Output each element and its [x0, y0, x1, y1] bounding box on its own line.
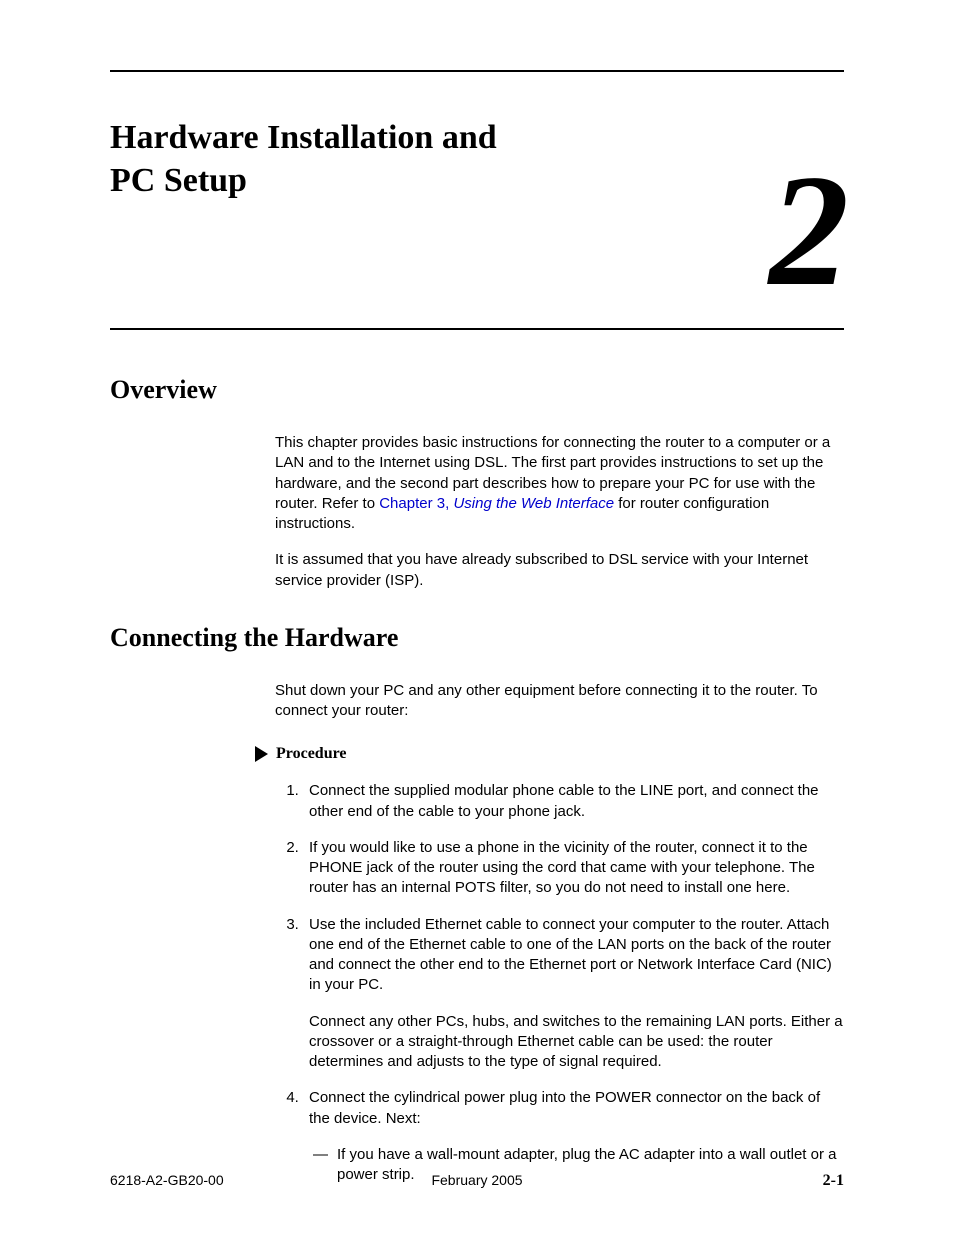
triangle-right-icon: [255, 746, 268, 762]
overview-body: This chapter provides basic instructions…: [275, 433, 844, 591]
overview-para-2: It is assumed that you have already subs…: [275, 550, 844, 591]
chapter-title: Hardware Installation and PC Setup: [110, 117, 510, 202]
chapter-number: 2: [769, 162, 849, 298]
step-4-text: Connect the cylindrical power plug into …: [309, 1089, 820, 1126]
overview-para-1: This chapter provides basic instructions…: [275, 433, 844, 534]
step-3-text: Use the included Ethernet cable to conne…: [309, 916, 832, 994]
footer-date: February 2005: [431, 1172, 522, 1188]
procedure-step-3: Use the included Ethernet cable to conne…: [303, 915, 844, 1073]
footer-page-number: 2-1: [823, 1172, 844, 1190]
step-2-text: If you would like to use a phone in the …: [309, 839, 815, 897]
footer-doc-id: 6218-A2-GB20-00: [110, 1172, 224, 1190]
procedure-step-1: Connect the supplied modular phone cable…: [303, 781, 844, 822]
procedure-step-4: Connect the cylindrical power plug into …: [303, 1088, 844, 1185]
chapter-header: Hardware Installation and PC Setup 2: [110, 117, 844, 298]
step-1-text: Connect the supplied modular phone cable…: [309, 782, 819, 819]
section-heading-connecting: Connecting the Hardware: [110, 623, 844, 653]
step-3-sub: Connect any other PCs, hubs, and switche…: [309, 1012, 844, 1073]
section-heading-overview: Overview: [110, 375, 844, 405]
link-using-web-interface[interactable]: Using the Web Interface: [453, 495, 614, 512]
procedure-header: Procedure: [255, 745, 844, 763]
link-chapter-3[interactable]: Chapter 3,: [379, 495, 453, 512]
connecting-intro: Shut down your PC and any other equipmen…: [275, 681, 844, 722]
procedure-step-2: If you would like to use a phone in the …: [303, 838, 844, 899]
procedure-label: Procedure: [276, 745, 347, 763]
page-footer: 6218-A2-GB20-00 February 2005 2-1: [110, 1172, 844, 1190]
procedure-list: Connect the supplied modular phone cable…: [275, 781, 844, 1185]
connecting-intro-block: Shut down your PC and any other equipmen…: [275, 681, 844, 722]
top-rule: [110, 70, 844, 72]
mid-rule: [110, 328, 844, 330]
